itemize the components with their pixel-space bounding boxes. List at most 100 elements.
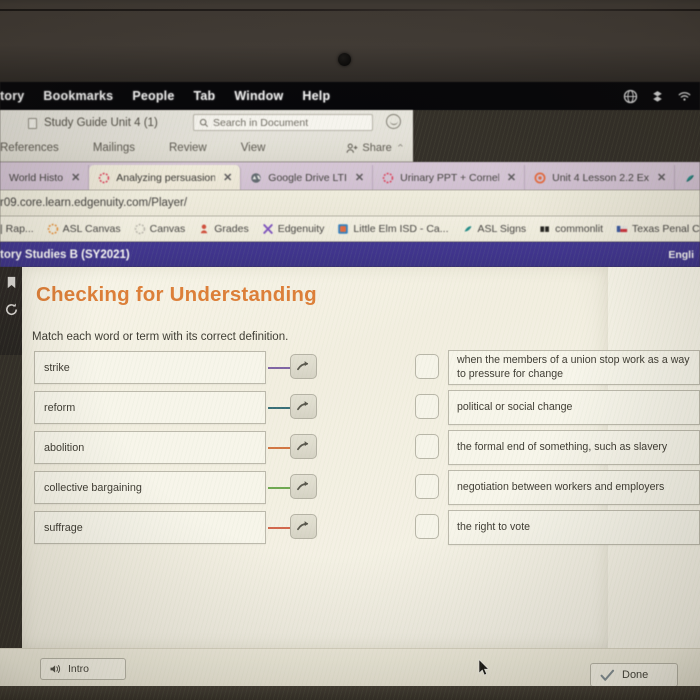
- bookmark-texas-penal-code[interactable]: Texas Penal Co: [616, 223, 700, 235]
- grades-icon: [201, 224, 208, 233]
- bookmark-asl-canvas[interactable]: ASL Canvas: [47, 223, 121, 235]
- menu-item-window[interactable]: Window: [234, 89, 283, 103]
- browser-tab-unit4-lesson[interactable]: Unit 4 Lesson 2.2 Ex ✕: [525, 165, 676, 190]
- close-icon[interactable]: ✕: [223, 171, 232, 184]
- mouse-cursor: [478, 659, 490, 676]
- connector-line: [268, 487, 292, 489]
- match-arrow-button[interactable]: [290, 514, 317, 539]
- bookmark-edgenuity[interactable]: Edgenuity: [262, 223, 324, 235]
- webcam-icon: [338, 53, 351, 66]
- asl-signs-icon: [464, 225, 471, 232]
- term-box[interactable]: reform: [34, 391, 266, 424]
- lesson-canvas: Checking for Understanding Match each wo…: [22, 267, 700, 686]
- browser-tab-world-history[interactable]: World Histo ✕: [0, 165, 90, 190]
- definition-box[interactable]: the right to vote: [448, 510, 700, 545]
- lesson-course-header: tory Studies B (SY2021) Engli: [0, 242, 700, 267]
- arrow-right-icon: [297, 401, 309, 411]
- drop-target[interactable]: [415, 514, 439, 539]
- refresh-icon[interactable]: [4, 302, 19, 317]
- language-selector[interactable]: Engli: [668, 249, 694, 261]
- connector-line: [268, 367, 292, 369]
- term-box[interactable]: collective bargaining: [34, 471, 266, 504]
- match-arrow-button[interactable]: [290, 394, 317, 419]
- arrow-right-icon: [297, 441, 309, 451]
- laptop-bezel-top: [0, 0, 700, 82]
- definition-box[interactable]: negotiation between workers and employer…: [448, 470, 700, 505]
- bookmark-asl-signs[interactable]: ASL Signs: [462, 223, 526, 235]
- globe-icon[interactable]: [623, 89, 638, 104]
- bezel-edge-highlight: [0, 9, 700, 11]
- bookmark-canvas[interactable]: Canvas: [134, 223, 185, 235]
- ribbon-tab-review[interactable]: Review: [169, 142, 207, 154]
- match-row: strike when the members of a union stop …: [30, 349, 700, 388]
- term-label: strike: [44, 361, 70, 374]
- bookmarks-bar: | Rap... ASL Canvas Canvas Grades Edgenu…: [0, 216, 700, 242]
- search-icon: [199, 118, 209, 127]
- intro-button[interactable]: Intro: [40, 658, 126, 680]
- definition-box[interactable]: political or social change: [448, 390, 700, 425]
- drop-target[interactable]: [415, 394, 439, 419]
- term-box[interactable]: abolition: [34, 431, 266, 464]
- menu-item-help[interactable]: Help: [302, 89, 330, 103]
- commonlit-icon: [540, 225, 550, 232]
- browser-address-bar[interactable]: r09.core.learn.edgenuity.com/Player/: [0, 190, 700, 216]
- url-text: r09.core.learn.edgenuity.com/Player/: [0, 197, 188, 209]
- menu-item-history[interactable]: tory: [0, 89, 24, 103]
- menu-item-people[interactable]: People: [132, 89, 174, 103]
- drop-target[interactable]: [415, 434, 439, 459]
- match-arrow-button[interactable]: [290, 474, 317, 499]
- close-icon[interactable]: ✕: [657, 171, 666, 184]
- ribbon-tab-view[interactable]: View: [241, 142, 266, 154]
- canvas-icon: [134, 223, 145, 234]
- match-arrow-button[interactable]: [290, 434, 317, 459]
- browser-tab-urinary-ppt[interactable]: Urinary PPT + Cornel ✕: [373, 165, 526, 190]
- bookmark-ribbon-icon[interactable]: [4, 275, 19, 290]
- intro-label: Intro: [68, 663, 90, 675]
- menu-item-tab[interactable]: Tab: [194, 89, 216, 103]
- ribbon-tab-references[interactable]: References: [0, 142, 59, 154]
- search-placeholder-text: Search in Document: [213, 116, 309, 129]
- dropbox-icon[interactable]: [650, 89, 665, 104]
- bookmark-label: commonlit: [555, 222, 604, 235]
- definition-box[interactable]: when the members of a union stop work as…: [448, 350, 700, 385]
- bookmark-commonlit[interactable]: commonlit: [539, 223, 603, 235]
- canvas-orange-icon: [47, 223, 58, 234]
- definition-text: the right to vote: [457, 520, 531, 533]
- feedback-smiley-icon[interactable]: [386, 114, 401, 129]
- definition-text: the formal end of something, such as sla…: [457, 440, 668, 453]
- bookmark-grades[interactable]: Grades: [198, 223, 249, 235]
- arrow-right-icon: [297, 361, 309, 371]
- term-box[interactable]: suffrage: [34, 511, 266, 544]
- document-icon: [28, 117, 37, 129]
- laptop-bezel-bottom: [0, 686, 700, 700]
- share-button[interactable]: Share ⌃: [346, 142, 413, 155]
- share-person-icon: [347, 143, 358, 153]
- browser-tab-analyzing-persuasion[interactable]: Analyzing persuasion ✕: [89, 165, 242, 190]
- drop-target[interactable]: [415, 354, 439, 379]
- drop-target[interactable]: [415, 474, 439, 499]
- wifi-icon[interactable]: [677, 89, 692, 104]
- browser-tab-google-drive-lti[interactable]: Google Drive LTI ✕: [241, 165, 374, 190]
- laptop-photo-screenshot: tory Bookmarks People Tab Window Help St…: [0, 0, 700, 700]
- browser-tab-sign[interactable]: Sign: [675, 165, 700, 190]
- match-arrow-button[interactable]: [290, 354, 317, 379]
- done-button[interactable]: Done: [590, 663, 678, 687]
- bookmark-little-elm-isd[interactable]: Little Elm ISD - Ca...: [337, 223, 449, 235]
- search-in-document-field[interactable]: Search in Document: [193, 114, 373, 131]
- term-box[interactable]: strike: [34, 351, 266, 384]
- definition-text: when the members of a union stop work as…: [457, 354, 690, 380]
- close-icon[interactable]: ✕: [355, 171, 364, 184]
- ribbon-tab-mailings[interactable]: Mailings: [93, 142, 135, 154]
- close-icon[interactable]: ✕: [507, 171, 516, 184]
- instructions-text: Match each word or term with its correct…: [32, 331, 289, 343]
- texas-flag-icon: [616, 225, 628, 232]
- bookmark-rap[interactable]: | Rap...: [0, 223, 34, 235]
- matching-activity: strike when the members of a union stop …: [30, 349, 700, 549]
- close-icon[interactable]: ✕: [71, 171, 80, 184]
- bookmark-label: Texas Penal Co: [632, 222, 700, 235]
- arrow-right-icon: [297, 521, 309, 531]
- match-row: collective bargaining negotiation betwee…: [30, 469, 700, 508]
- checkmark-icon: [600, 669, 615, 681]
- definition-box[interactable]: the formal end of something, such as sla…: [448, 430, 700, 465]
- menu-item-bookmarks[interactable]: Bookmarks: [43, 89, 113, 103]
